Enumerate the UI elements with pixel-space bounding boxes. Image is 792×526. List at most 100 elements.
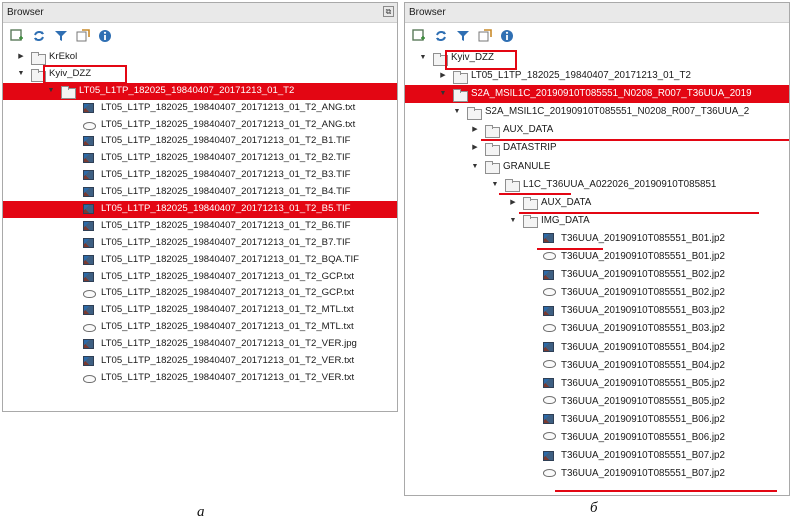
expanded-arrow-icon[interactable]: ▼ (17, 66, 25, 83)
folder-icon (453, 88, 468, 102)
tree-folder-row[interactable]: ▶ LT05_L1TP_182025_19840407_20171213_01_T… (405, 67, 789, 85)
tree-file-row[interactable]: LT05_L1TP_182025_19840407_20171213_01_T2… (3, 302, 397, 319)
browser-panel-b: Browser ▼ Kyiv_DZZ ▶ LT05_L1TP_182025_19840… (404, 2, 790, 496)
tree-file-row[interactable]: LT05_L1TP_182025_19840407_20171213_01_T2… (3, 319, 397, 336)
tree-item-label: LT05_L1TP_182025_19840407_20171213_01_T2… (101, 186, 351, 198)
vector-layer-icon (543, 323, 556, 332)
browser-panel-a: Browser ⧉ ▶ KrEkol ▼ Kyiv_DZZ ▼ LT05_L1TP_182… (2, 2, 398, 412)
tree-file-row[interactable]: T36UUA_20190910T085551_B05.jp2 (405, 375, 789, 393)
tree-file-row[interactable]: LT05_L1TP_182025_19840407_20171213_01_T2… (3, 269, 397, 286)
tree-folder-row[interactable]: ▶ AUX_DATA (405, 121, 789, 139)
filter-icon[interactable] (455, 28, 471, 44)
tree-file-row[interactable]: T36UUA_20190910T085551_B01.jp2 (405, 230, 789, 248)
collapsed-arrow-icon[interactable]: ▶ (471, 139, 479, 157)
raster-layer-icon (83, 187, 94, 198)
folder-icon (485, 142, 500, 156)
add-layer-icon[interactable] (9, 28, 25, 44)
collapsed-arrow-icon[interactable]: ▶ (439, 67, 447, 85)
tree-item-label: L1C_T36UUA_A022026_20190910T085851 (523, 178, 717, 190)
tree-file-row[interactable]: T36UUA_20190910T085551_B05.jp2 (405, 393, 789, 411)
tree-file-row[interactable]: T36UUA_20190910T085551_B07.jp2 (405, 465, 789, 483)
tree-folder-row[interactable]: ▼ IMG_DATA (405, 212, 789, 230)
panel-header: Browser (405, 3, 789, 23)
tree-item-label: LT05_L1TP_182025_19840407_20171213_01_T2… (101, 169, 351, 181)
tree-file-row[interactable]: LT05_L1TP_182025_19840407_20171213_01_T2… (3, 285, 397, 302)
raster-layer-icon (543, 233, 554, 244)
tree-file-row[interactable]: LT05_L1TP_182025_19840407_20171213_01_T2… (3, 370, 397, 387)
tree-file-row[interactable]: LT05_L1TP_182025_19840407_20171213_01_T2… (3, 150, 397, 167)
refresh-icon[interactable] (433, 28, 449, 44)
tree-folder-row[interactable]: ▼ S2A_MSIL1C_20190910T085551_N0208_R007_T… (405, 85, 789, 104)
figure-caption-b: б (590, 500, 598, 516)
tree-file-row[interactable]: T36UUA_20190910T085551_B04.jp2 (405, 339, 789, 357)
expanded-arrow-icon[interactable]: ▼ (491, 176, 499, 194)
expanded-arrow-icon[interactable]: ▼ (439, 85, 447, 103)
tree-item-label: LT05_L1TP_182025_19840407_20171213_01_T2… (101, 253, 359, 265)
folder-icon (31, 52, 46, 65)
tree-folder-row[interactable]: ▼ LT05_L1TP_182025_19840407_20171213_01_T… (3, 82, 397, 100)
collapsed-arrow-icon[interactable]: ▶ (17, 49, 25, 66)
info-icon[interactable] (499, 28, 515, 44)
expanded-arrow-icon[interactable]: ▼ (471, 158, 479, 176)
tree-folder-row[interactable]: ▶ KrEkol (3, 49, 397, 66)
browser-toolbar (405, 23, 789, 49)
tree-folder-row[interactable]: ▶ AUX_DATA (405, 194, 789, 212)
tree-file-row[interactable]: LT05_L1TP_182025_19840407_20171213_01_T2… (3, 167, 397, 184)
folder-icon (31, 68, 46, 82)
tree-folder-row[interactable]: ▼ S2A_MSIL1C_20190910T085551_N0208_R007_T… (405, 103, 789, 121)
tree-file-row[interactable]: T36UUA_20190910T085551_B06.jp2 (405, 411, 789, 429)
undock-icon[interactable]: ⧉ (383, 6, 394, 17)
raster-layer-icon (83, 102, 94, 113)
vector-layer-icon (543, 432, 556, 441)
folder-icon (467, 106, 482, 120)
tree-file-row[interactable]: LT05_L1TP_182025_19840407_20171213_01_T2… (3, 201, 397, 218)
raster-layer-icon (83, 220, 94, 231)
expanded-arrow-icon[interactable]: ▼ (419, 49, 427, 67)
collapse-all-icon[interactable] (477, 28, 493, 44)
tree-item-label: LT05_L1TP_182025_19840407_20171213_01_T2… (101, 321, 354, 333)
folder-icon (523, 215, 538, 229)
collapse-all-icon[interactable] (75, 28, 91, 44)
folder-icon (433, 52, 448, 66)
expanded-arrow-icon[interactable]: ▼ (509, 212, 517, 230)
tree-file-row[interactable]: T36UUA_20190910T085551_B02.jp2 (405, 266, 789, 284)
expanded-arrow-icon[interactable]: ▼ (453, 103, 461, 121)
info-icon[interactable] (97, 28, 113, 44)
tree-folder-row[interactable]: ▶ DATASTRIP (405, 139, 789, 157)
tree-file-row[interactable]: LT05_L1TP_182025_19840407_20171213_01_T2… (3, 235, 397, 252)
vector-layer-icon (543, 251, 556, 260)
tree-file-row[interactable]: T36UUA_20190910T085551_B06.jp2 (405, 429, 789, 447)
tree-folder-row[interactable]: ▼ Kyiv_DZZ (3, 66, 397, 83)
tree-folder-row[interactable]: ▼ Kyiv_DZZ (405, 49, 789, 67)
tree-file-row[interactable]: T36UUA_20190910T085551_B01.jp2 (405, 248, 789, 266)
tree-item-label: LT05_L1TP_182025_19840407_20171213_01_T2… (101, 371, 355, 383)
tree-file-row[interactable]: T36UUA_20190910T085551_B04.jp2 (405, 357, 789, 375)
tree-item-label: LT05_L1TP_182025_19840407_20171213_01_T2… (101, 355, 355, 367)
tree-file-row[interactable]: LT05_L1TP_182025_19840407_20171213_01_T2… (3, 184, 397, 201)
folder-icon (523, 197, 538, 211)
tree-file-row[interactable]: LT05_L1TP_182025_19840407_20171213_01_T2… (3, 218, 397, 235)
tree-item-label: LT05_L1TP_182025_19840407_20171213_01_T2… (101, 236, 351, 248)
tree-folder-row[interactable]: ▼ L1C_T36UUA_A022026_20190910T085851 (405, 176, 789, 194)
collapsed-arrow-icon[interactable]: ▶ (471, 121, 479, 139)
tree-file-row[interactable]: LT05_L1TP_182025_19840407_20171213_01_T2… (3, 100, 397, 117)
filter-icon[interactable] (53, 28, 69, 44)
expanded-arrow-icon[interactable]: ▼ (47, 83, 55, 100)
tree-file-row[interactable]: T36UUA_20190910T085551_B07.jp2 (405, 447, 789, 465)
tree-file-row[interactable]: LT05_L1TP_182025_19840407_20171213_01_T2… (3, 117, 397, 134)
tree-item-label: IMG_DATA (541, 214, 590, 226)
tree-file-row[interactable]: LT05_L1TP_182025_19840407_20171213_01_T2… (3, 353, 397, 370)
add-layer-icon[interactable] (411, 28, 427, 44)
tree-file-row[interactable]: LT05_L1TP_182025_19840407_20171213_01_T2… (3, 133, 397, 150)
tree-file-row[interactable]: T36UUA_20190910T085551_B03.jp2 (405, 302, 789, 320)
tree-file-row[interactable]: T36UUA_20190910T085551_B03.jp2 (405, 320, 789, 338)
tree-folder-row[interactable]: ▼ GRANULE (405, 158, 789, 176)
tree-item-label: LT05_L1TP_182025_19840407_20171213_01_T2… (101, 203, 351, 215)
folder-icon (453, 70, 468, 84)
refresh-icon[interactable] (31, 28, 47, 44)
tree-file-row[interactable]: LT05_L1TP_182025_19840407_20171213_01_T2… (3, 252, 397, 269)
raster-layer-icon (83, 271, 94, 282)
collapsed-arrow-icon[interactable]: ▶ (509, 194, 517, 212)
tree-file-row[interactable]: T36UUA_20190910T085551_B02.jp2 (405, 284, 789, 302)
tree-file-row[interactable]: LT05_L1TP_182025_19840407_20171213_01_T2… (3, 336, 397, 353)
